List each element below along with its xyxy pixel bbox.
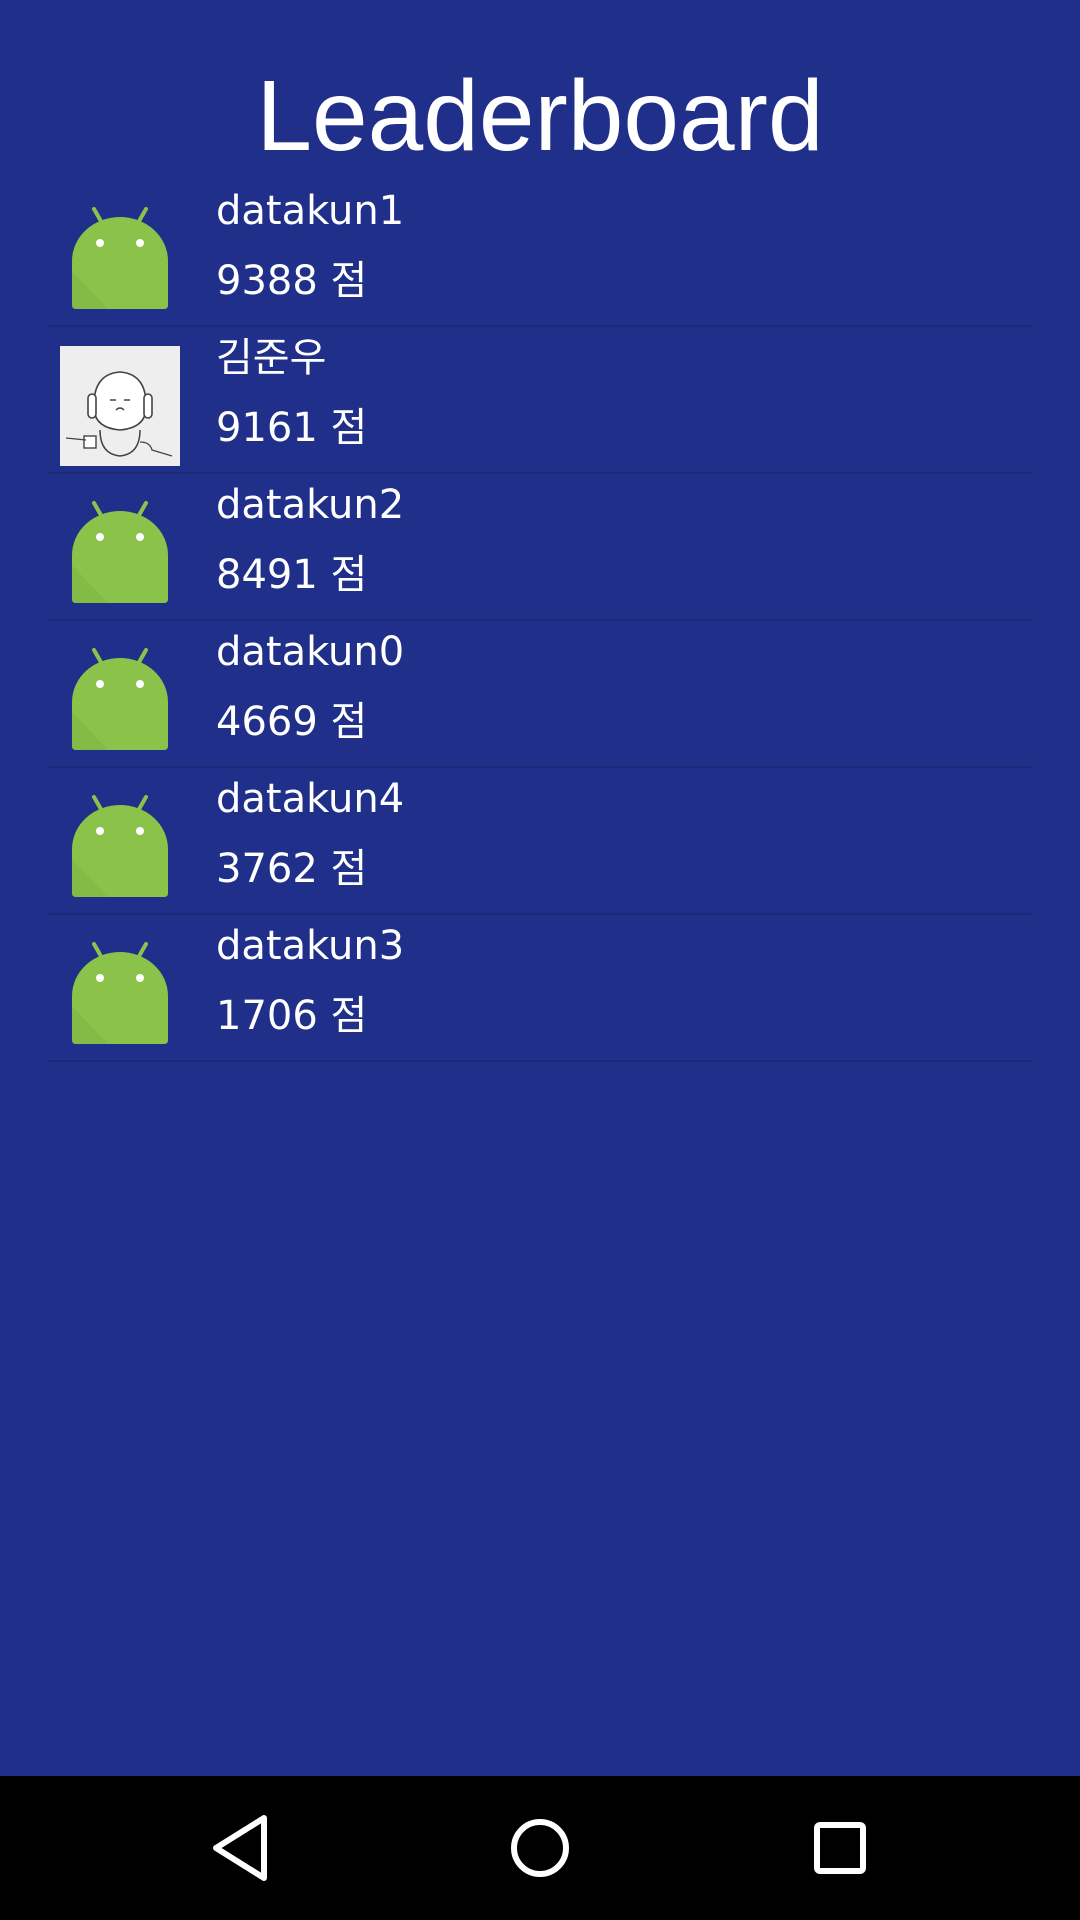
home-circle-icon[interactable] bbox=[500, 1810, 580, 1886]
player-score: 9161 점 bbox=[216, 405, 368, 451]
player-name: datakun2 bbox=[216, 482, 405, 528]
page-title: Leaderboard bbox=[256, 60, 824, 172]
list-item[interactable]: datakun2 8491 점 bbox=[48, 474, 1032, 621]
list-item[interactable]: datakun1 9388 점 bbox=[48, 180, 1032, 327]
profile-sketch-photo bbox=[60, 346, 180, 466]
list-item[interactable]: 김준우 9161 점 bbox=[48, 327, 1032, 474]
android-robot-icon bbox=[60, 199, 180, 319]
player-name: datakun0 bbox=[216, 629, 405, 675]
recents-square-icon[interactable] bbox=[800, 1810, 880, 1886]
list-item[interactable]: datakun3 1706 점 bbox=[48, 915, 1032, 1062]
leaderboard-list: datakun1 9388 점 김준우 9161 점 datakun2 8491… bbox=[48, 180, 1032, 1062]
android-robot-icon bbox=[60, 787, 180, 907]
navigation-bar bbox=[0, 1776, 1080, 1920]
list-item[interactable]: datakun0 4669 점 bbox=[48, 621, 1032, 768]
player-name: 김준우 bbox=[216, 335, 327, 381]
player-score: 3762 점 bbox=[216, 846, 368, 892]
leaderboard-screen: Leaderboard datakun1 9388 점 김준우 9161 점 d… bbox=[0, 0, 1080, 1776]
player-name: datakun3 bbox=[216, 923, 405, 969]
player-score: 1706 점 bbox=[216, 993, 368, 1039]
player-name: datakun4 bbox=[216, 776, 405, 822]
player-score: 9388 점 bbox=[216, 258, 368, 304]
android-robot-icon bbox=[60, 640, 180, 760]
android-robot-icon bbox=[60, 493, 180, 613]
player-score: 4669 점 bbox=[216, 699, 368, 745]
back-triangle-icon[interactable] bbox=[200, 1810, 280, 1886]
player-score: 8491 점 bbox=[216, 552, 368, 598]
player-name: datakun1 bbox=[216, 188, 405, 234]
android-robot-icon bbox=[60, 934, 180, 1054]
list-item[interactable]: datakun4 3762 점 bbox=[48, 768, 1032, 915]
